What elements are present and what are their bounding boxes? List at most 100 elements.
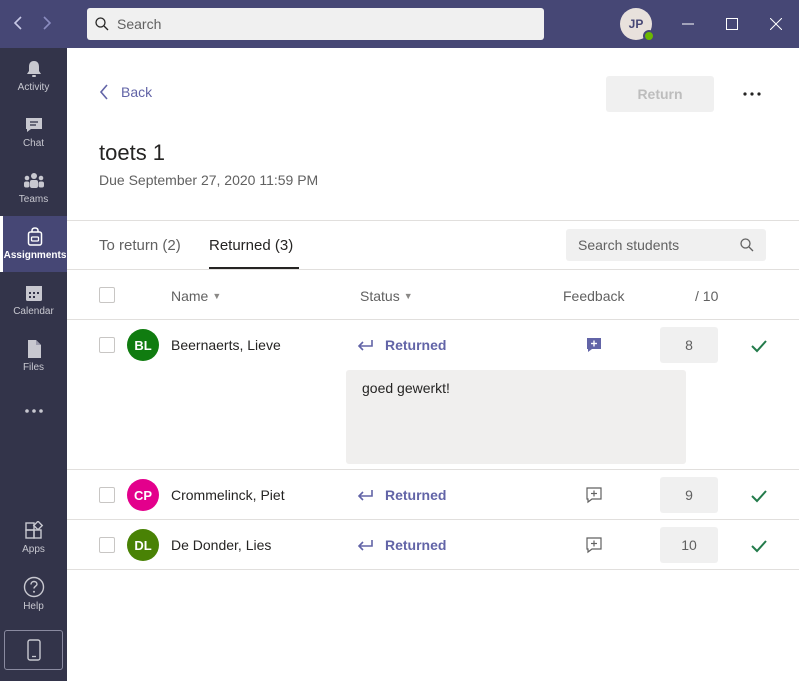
apps-icon — [24, 521, 43, 539]
rail-label-help: Help — [23, 601, 44, 612]
row-checkbox[interactable] — [99, 487, 115, 503]
user-initials: JP — [628, 17, 644, 31]
calendar-icon — [25, 286, 42, 301]
avatar-initials: DL — [134, 537, 152, 553]
minimize-button[interactable] — [676, 12, 700, 36]
status-badge: Returned — [357, 487, 446, 503]
chat-icon — [25, 118, 42, 132]
rail-item-activity[interactable]: Activity — [0, 48, 67, 104]
forward-arrow-icon[interactable] — [37, 12, 57, 36]
feedback-icon[interactable] — [585, 536, 603, 554]
minimize-icon — [682, 23, 694, 25]
back-button[interactable]: Back — [99, 84, 152, 100]
feedback-icon[interactable] — [585, 336, 603, 354]
avatar-initials: CP — [133, 487, 153, 503]
close-button[interactable] — [764, 12, 788, 36]
rail-item-apps[interactable]: Apps — [0, 510, 67, 566]
avatar: BL — [127, 329, 159, 361]
presence-available-icon — [643, 30, 655, 42]
grade-input[interactable]: 10 — [660, 527, 718, 563]
more-options-button[interactable] — [740, 82, 764, 106]
student-name[interactable]: Beernaerts, Lieve — [171, 337, 281, 353]
return-arrow-icon — [357, 540, 373, 551]
back-arrow-icon[interactable] — [8, 12, 28, 36]
row-checkbox[interactable] — [99, 337, 115, 353]
app-rail: Activity Chat Teams Assignments Calendar… — [0, 48, 67, 681]
search-students-placeholder: Search students — [578, 237, 680, 253]
more-horizontal-icon — [743, 92, 761, 96]
column-points-label: / 10 — [695, 288, 719, 304]
column-name-label: Name — [171, 288, 209, 304]
rail-label-apps: Apps — [22, 544, 45, 555]
avatar-initials: BL — [134, 337, 152, 353]
table-row: CP Crommelinck, Piet Returned 9 — [67, 470, 799, 520]
column-header-points: / 10 — [695, 288, 718, 304]
sort-caret-icon: ▼ — [212, 291, 222, 301]
return-arrow-icon — [357, 490, 373, 501]
column-header-name[interactable]: Name ▼ — [171, 288, 221, 304]
feedback-icon[interactable] — [585, 486, 603, 504]
divider — [67, 269, 799, 270]
teams-icon — [23, 173, 44, 188]
rail-item-files[interactable]: Files — [0, 328, 67, 384]
rail-label-teams: Teams — [18, 194, 49, 205]
rail-label-assignments: Assignments — [3, 250, 67, 261]
checkmark-icon — [750, 337, 768, 355]
rail-label-chat: Chat — [22, 138, 45, 149]
back-label: Back — [121, 84, 153, 100]
student-name[interactable]: Crommelinck, Piet — [171, 487, 285, 503]
rail-label-calendar: Calendar — [13, 306, 54, 317]
rail-label-files: Files — [22, 362, 45, 373]
more-horizontal-icon — [24, 408, 43, 413]
user-avatar[interactable]: JP — [620, 8, 655, 42]
avatar: DL — [127, 529, 159, 561]
grade-input[interactable]: 8 — [660, 327, 718, 363]
feedback-text[interactable]: goed gewerkt! — [346, 370, 686, 464]
phone-icon — [26, 639, 41, 661]
title-bar: Search JP — [0, 0, 799, 48]
rail-item-calendar[interactable]: Calendar — [0, 272, 67, 328]
chevron-left-icon — [99, 84, 108, 100]
due-date: Due September 27, 2020 11:59 PM — [99, 172, 319, 188]
main-content: Back Return toets 1 Due September 27, 20… — [67, 48, 799, 681]
divider — [67, 569, 799, 570]
student-name[interactable]: De Donder, Lies — [171, 537, 271, 553]
table-row: DL De Donder, Lies Returned 10 — [67, 520, 799, 570]
search-placeholder: Search — [117, 16, 162, 32]
return-arrow-icon — [357, 340, 373, 351]
files-icon — [27, 340, 41, 358]
help-icon — [23, 576, 44, 598]
tab-to-return[interactable]: To return (2) — [99, 237, 181, 254]
search-icon — [740, 238, 754, 252]
column-header-feedback: Feedback — [563, 288, 624, 304]
column-status-label: Status — [360, 288, 400, 304]
search-students-input[interactable]: Search students — [566, 229, 766, 261]
close-icon — [770, 18, 782, 30]
rail-more-button[interactable] — [0, 384, 67, 440]
return-button[interactable]: Return — [606, 76, 714, 112]
assignments-icon — [27, 227, 43, 246]
rail-item-teams[interactable]: Teams — [0, 160, 67, 216]
select-all-checkbox[interactable] — [99, 287, 115, 303]
status-badge: Returned — [357, 537, 446, 553]
grade-input[interactable]: 9 — [660, 477, 718, 513]
rail-item-chat[interactable]: Chat — [0, 104, 67, 160]
maximize-button[interactable] — [720, 12, 744, 36]
sort-caret-icon: ▼ — [403, 291, 413, 301]
status-label: Returned — [385, 537, 447, 553]
avatar: CP — [127, 479, 159, 511]
checkmark-icon — [750, 537, 768, 555]
status-badge: Returned — [357, 337, 446, 353]
rail-item-assignments[interactable]: Assignments — [0, 216, 67, 272]
search-input[interactable]: Search — [87, 8, 544, 40]
search-icon — [95, 17, 109, 31]
status-label: Returned — [385, 487, 447, 503]
tab-returned[interactable]: Returned (3) — [209, 237, 293, 254]
rail-label-activity: Activity — [17, 82, 50, 93]
divider — [67, 220, 799, 221]
column-header-status[interactable]: Status ▼ — [360, 288, 413, 304]
mobile-app-button[interactable] — [4, 630, 63, 670]
row-checkbox[interactable] — [99, 537, 115, 553]
checkmark-icon — [750, 487, 768, 505]
rail-item-help[interactable]: Help — [0, 566, 67, 622]
